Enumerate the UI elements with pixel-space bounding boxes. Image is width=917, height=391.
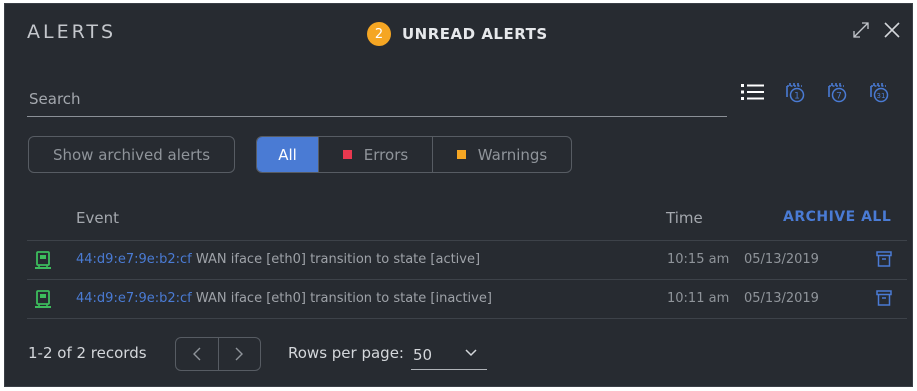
column-header-time: Time xyxy=(666,209,703,227)
chevron-right-icon xyxy=(235,347,244,361)
chevron-down-icon xyxy=(465,349,477,357)
previous-page-button[interactable] xyxy=(176,338,218,370)
close-icon[interactable] xyxy=(882,20,902,40)
chevron-left-icon xyxy=(192,347,201,361)
panel-title: ALERTS xyxy=(27,21,117,43)
unread-alerts-label: UNREAD ALERTS xyxy=(402,25,548,43)
alerts-panel: ALERTS 2 UNREAD ALERTS Search 1 7 31 Sho… xyxy=(4,3,913,387)
archive-icon[interactable] xyxy=(875,250,893,272)
event-time: 10:15 am xyxy=(667,252,730,267)
svg-text:31: 31 xyxy=(877,92,886,100)
rows-per-page-label: Rows per page: xyxy=(288,344,404,362)
event-date: 05/13/2019 xyxy=(744,291,819,306)
filter-warnings-label: Warnings xyxy=(477,145,548,164)
rows-per-page-select[interactable]: 50 xyxy=(411,340,487,370)
filter-all-label: All xyxy=(278,145,297,164)
row-divider xyxy=(27,318,907,319)
event-message: WAN iface [eth0] transition to state [in… xyxy=(191,291,492,306)
show-archived-alerts-button[interactable]: Show archived alerts xyxy=(28,136,235,173)
calendar-31-days-icon[interactable]: 31 xyxy=(867,80,891,104)
rows-per-page-value: 50 xyxy=(413,345,433,364)
filter-warnings-button[interactable]: Warnings xyxy=(432,137,571,172)
search-input[interactable] xyxy=(27,81,727,117)
warnings-indicator-icon xyxy=(456,150,466,159)
device-mac-link[interactable]: 44:d9:e7:9e:b2:cf xyxy=(76,291,192,306)
unread-count-badge: 2 xyxy=(367,22,391,46)
device-mac-link[interactable]: 44:d9:e7:9e:b2:cf xyxy=(76,252,192,267)
alert-type-filter: All Errors Warnings xyxy=(256,136,572,173)
filter-errors-label: Errors xyxy=(363,145,409,164)
records-count: 1-2 of 2 records xyxy=(28,344,147,362)
filter-all-button[interactable]: All xyxy=(257,137,318,172)
errors-indicator-icon xyxy=(342,150,352,159)
gateway-device-icon xyxy=(34,250,52,274)
event-date: 05/13/2019 xyxy=(744,252,819,267)
table-row[interactable]: 44:d9:e7:9e:b2:cf WAN iface [eth0] trans… xyxy=(27,280,907,318)
svg-text:7: 7 xyxy=(836,92,842,102)
svg-text:1: 1 xyxy=(794,92,800,102)
column-header-event: Event xyxy=(76,209,119,227)
calendar-7-days-icon[interactable]: 7 xyxy=(825,80,849,104)
list-view-icon[interactable] xyxy=(741,83,765,101)
unread-alerts-indicator[interactable]: 2 UNREAD ALERTS xyxy=(367,22,548,46)
calendar-1-day-icon[interactable]: 1 xyxy=(783,80,807,104)
gateway-device-icon xyxy=(34,289,52,313)
archive-icon[interactable] xyxy=(875,289,893,311)
filter-errors-button[interactable]: Errors xyxy=(318,137,432,172)
event-text: 44:d9:e7:9e:b2:cf WAN iface [eth0] trans… xyxy=(76,291,492,306)
table-row[interactable]: 44:d9:e7:9e:b2:cf WAN iface [eth0] trans… xyxy=(27,241,907,279)
archive-all-button[interactable]: ARCHIVE ALL xyxy=(783,209,891,225)
header-actions xyxy=(852,20,902,40)
pagination-controls xyxy=(175,337,261,371)
event-time: 10:11 am xyxy=(667,291,730,306)
panel-header: ALERTS 2 UNREAD ALERTS xyxy=(5,4,912,62)
view-options: 1 7 31 xyxy=(741,80,909,104)
expand-icon[interactable] xyxy=(852,21,870,39)
event-message: WAN iface [eth0] transition to state [ac… xyxy=(191,252,481,267)
next-page-button[interactable] xyxy=(217,338,261,370)
event-text: 44:d9:e7:9e:b2:cf WAN iface [eth0] trans… xyxy=(76,252,480,267)
